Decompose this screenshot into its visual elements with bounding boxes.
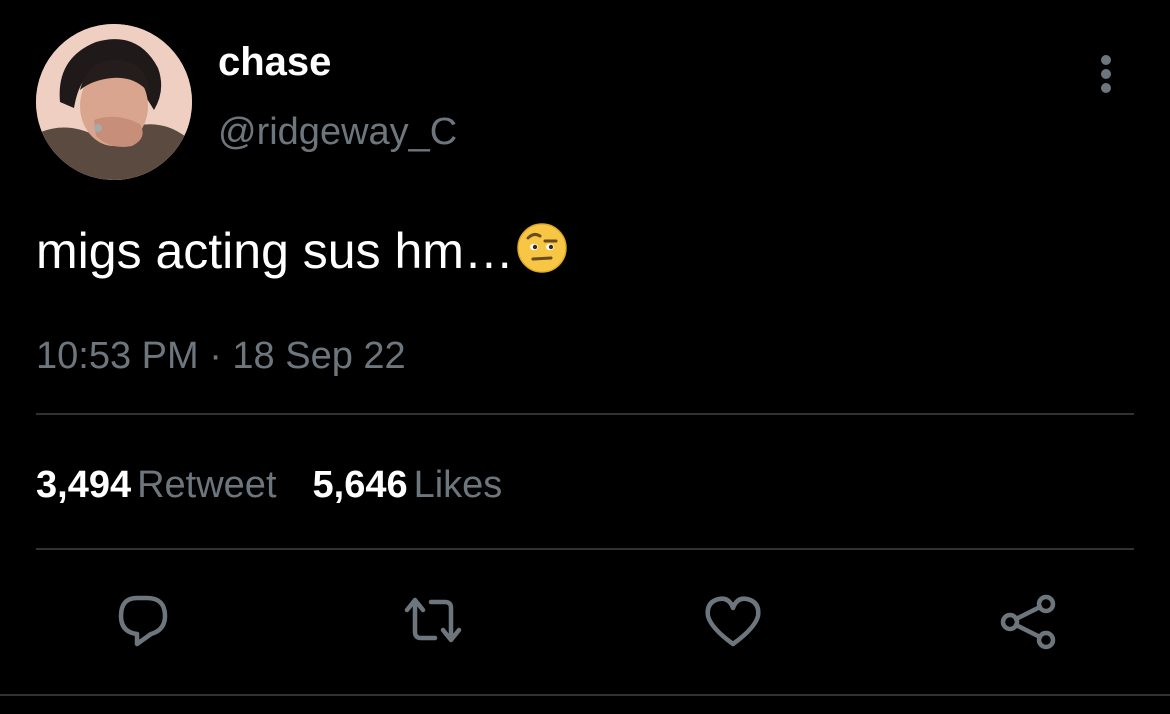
- profile-photo: [36, 24, 192, 180]
- more-options-button[interactable]: [1088, 52, 1124, 96]
- retweet-button[interactable]: [403, 594, 463, 650]
- tweet-timestamp[interactable]: 10:53 PM · 18 Sep 22: [36, 334, 406, 378]
- likes-count: 5,646: [312, 464, 408, 506]
- like-button[interactable]: [703, 594, 763, 650]
- divider: [36, 413, 1134, 415]
- share-icon: [1000, 594, 1056, 650]
- retweet-stat[interactable]: 3,494 Retweet: [36, 462, 277, 508]
- divider: [0, 694, 1170, 696]
- likes-stat[interactable]: 5,646 Likes: [313, 462, 503, 508]
- likes-label: Likes: [413, 464, 503, 506]
- user-handle[interactable]: @ridgeway_C: [218, 110, 457, 154]
- reply-button[interactable]: [113, 594, 173, 650]
- retweet-count: 3,494: [36, 464, 132, 506]
- more-vertical-icon: [1101, 55, 1111, 93]
- tweet-body: migs acting sus hm…: [36, 223, 514, 279]
- divider: [36, 548, 1134, 550]
- avatar[interactable]: [36, 24, 192, 180]
- face-with-raised-eyebrow-icon: [516, 222, 568, 274]
- reply-icon: [118, 595, 168, 647]
- tweet-stats: 3,494 Retweet 5,646 Likes: [36, 462, 502, 508]
- tweet-card: chase @ridgeway_C migs acting sus hm… 10…: [0, 0, 1170, 714]
- share-button[interactable]: [998, 594, 1058, 650]
- tweet-text: migs acting sus hm…: [36, 222, 568, 280]
- heart-icon: [705, 596, 761, 647]
- retweet-label: Retweet: [137, 464, 277, 506]
- retweet-icon: [404, 597, 462, 643]
- display-name[interactable]: chase: [218, 40, 331, 84]
